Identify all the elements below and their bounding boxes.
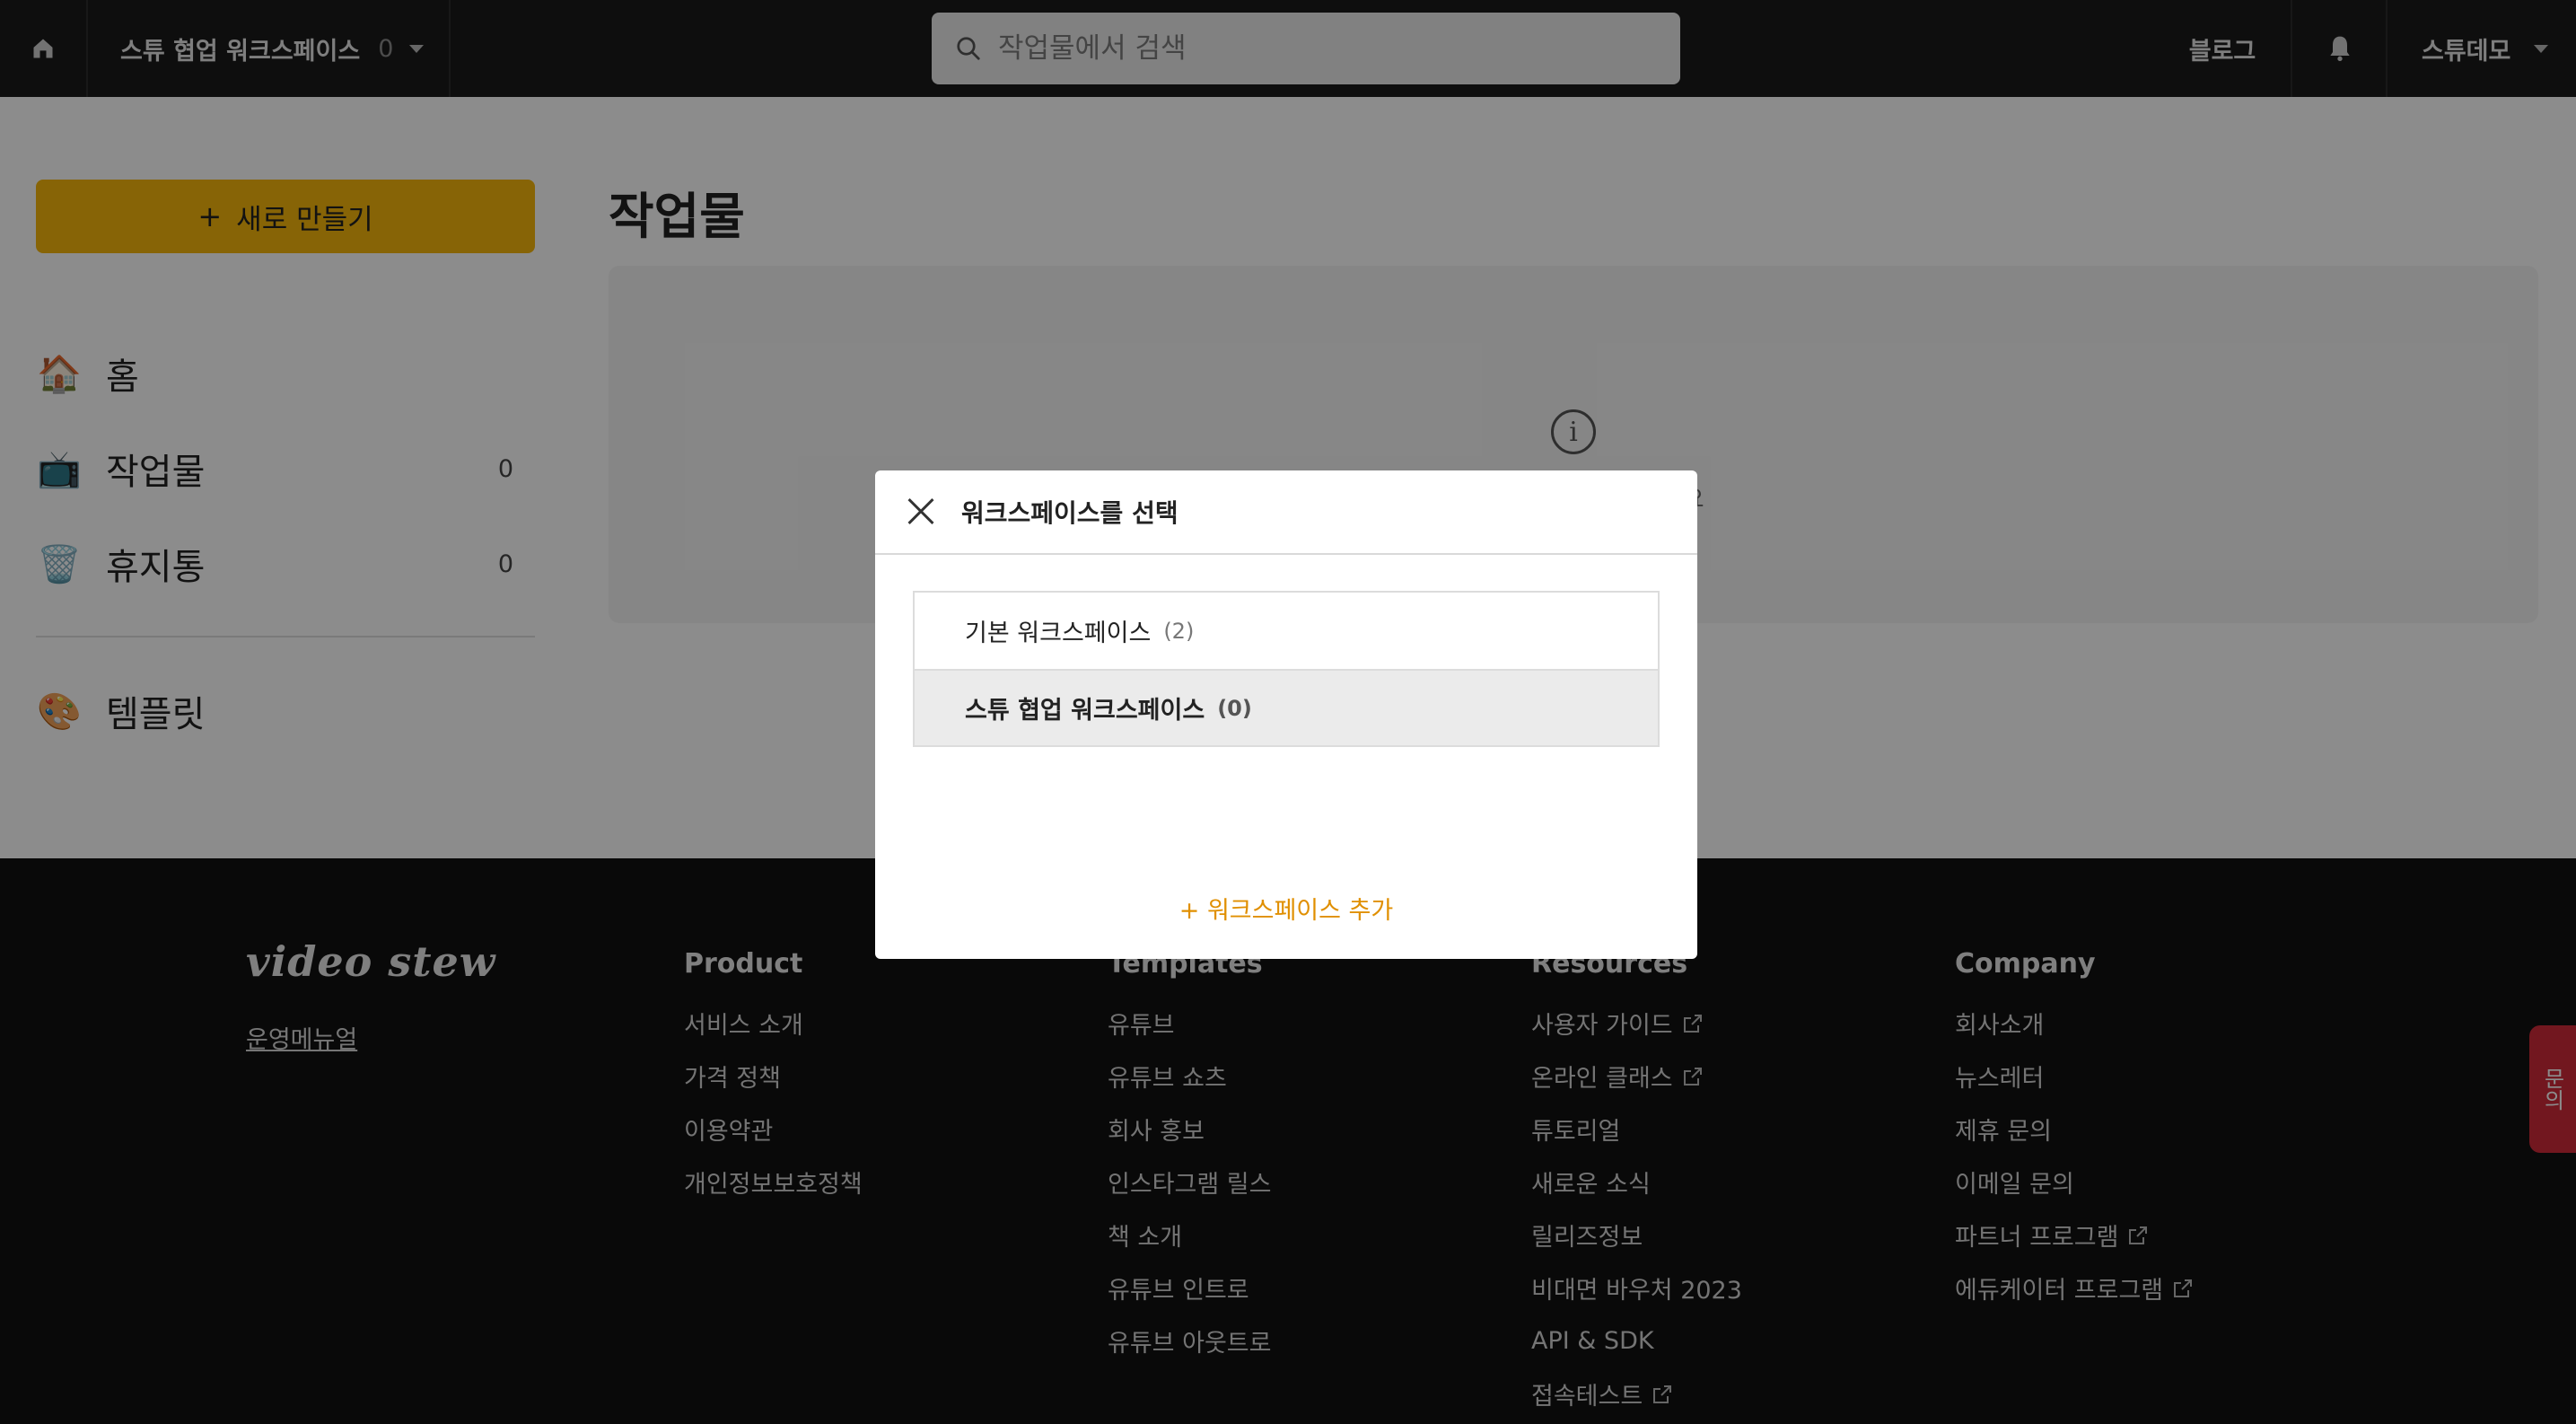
workspace-option-name: 기본 워크스페이스 [965, 620, 1152, 647]
workspace-option-selected[interactable]: 스튜 협업 워크스페이스 (0) [915, 669, 1658, 745]
modal-header: 워크스페이스를 선택 [875, 470, 1697, 555]
workspace-option-name: 스튜 협업 워크스페이스 [965, 697, 1205, 725]
workspace-option[interactable]: 기본 워크스페이스 (2) [915, 593, 1658, 669]
workspace-list: 기본 워크스페이스 (2) 스튜 협업 워크스페이스 (0) [913, 591, 1660, 747]
workspace-option-count: (2) [1163, 618, 1195, 644]
modal-title: 워크스페이스를 선택 [961, 498, 1178, 528]
workspace-select-modal: 워크스페이스를 선택 기본 워크스페이스 (2) 스튜 협업 워크스페이스 (0… [875, 470, 1697, 959]
close-icon[interactable] [902, 496, 934, 528]
workspace-option-count: (0) [1217, 695, 1252, 721]
add-workspace-button[interactable]: + 워크스페이스 추가 [875, 891, 1697, 926]
